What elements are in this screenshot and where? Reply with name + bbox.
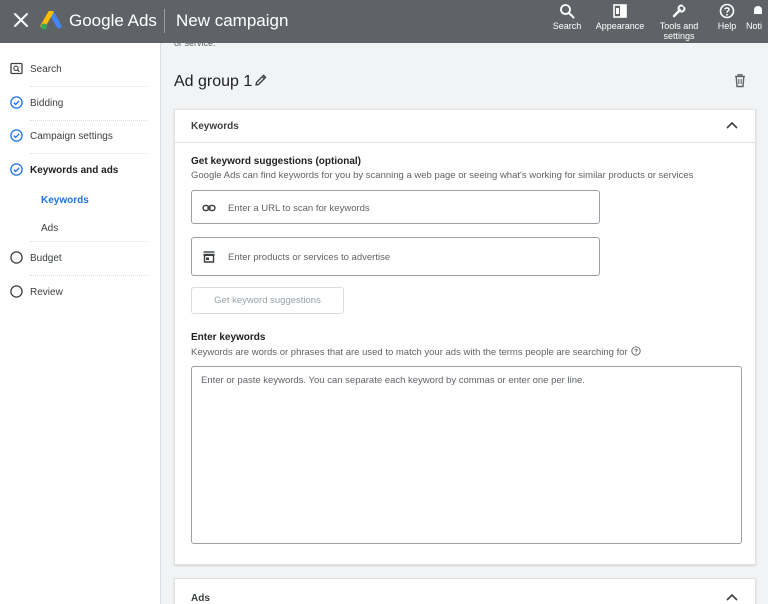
keywords-card-title: Keywords <box>191 121 239 132</box>
brand-name: Google Ads <box>69 11 157 30</box>
sidebar-divider <box>30 241 148 242</box>
truncated-text: or service. <box>174 38 216 48</box>
empty-circle-icon <box>10 285 23 298</box>
sidebar-item-keywords-and-ads[interactable]: Keywords and ads <box>0 156 160 184</box>
suggestions-title: Get keyword suggestions (optional) <box>191 156 362 167</box>
search-campaign-icon <box>10 62 23 75</box>
header-notifications-button[interactable]: Noti <box>746 3 768 31</box>
sidebar-item-label: Budget <box>30 253 62 264</box>
sidebar-item-search[interactable]: Search <box>0 55 160 83</box>
header-notifications-label: Noti <box>746 21 763 31</box>
header-search-button[interactable]: Search <box>549 3 585 31</box>
sidebar-subitem-ads[interactable]: Ads <box>41 223 58 234</box>
sidebar-divider <box>30 86 148 87</box>
main-content: or service. Ad group 1 Keywords Get keyw… <box>161 38 768 604</box>
search-icon <box>560 4 575 19</box>
sidebar: Search Bidding Campaign settings Keyword… <box>0 43 161 604</box>
header-tools-label: Tools and settings <box>659 21 699 41</box>
trash-icon[interactable] <box>733 73 747 88</box>
sidebar-divider <box>30 275 148 276</box>
products-services-input[interactable]: Enter products or services to advertise <box>191 237 600 276</box>
help-circle-icon[interactable] <box>631 346 641 356</box>
keywords-card: Keywords Get keyword suggestions (option… <box>174 109 756 565</box>
top-bar: Google Ads New campaign Search Appearanc… <box>0 0 768 43</box>
close-icon[interactable] <box>12 11 30 29</box>
sidebar-item-label: Campaign settings <box>30 131 113 142</box>
sidebar-subitem-keywords[interactable]: Keywords <box>41 195 89 206</box>
bell-icon <box>754 6 762 14</box>
header-divider <box>164 9 165 33</box>
ad-group-title: Ad group 1 <box>174 73 253 90</box>
ads-card: Ads <box>174 578 756 604</box>
sidebar-item-label: Review <box>30 287 63 298</box>
sidebar-item-campaign-settings[interactable]: Campaign settings <box>0 122 160 150</box>
url-scan-input[interactable]: Enter a URL to scan for keywords <box>191 190 600 224</box>
enter-keywords-title: Enter keywords <box>191 332 266 343</box>
google-ads-logo-icon <box>40 11 62 30</box>
ads-card-title: Ads <box>191 593 210 604</box>
appearance-icon <box>613 4 627 18</box>
keywords-card-header[interactable]: Keywords <box>175 110 755 143</box>
check-circle-icon <box>10 96 23 109</box>
enter-keywords-description: Keywords are words or phrases that are u… <box>191 347 628 358</box>
store-icon <box>203 251 215 263</box>
link-icon <box>202 204 216 212</box>
sidebar-item-label: Search <box>30 64 62 75</box>
check-circle-icon <box>10 163 23 176</box>
chevron-up-icon[interactable] <box>726 121 738 129</box>
sidebar-divider <box>30 153 148 154</box>
products-services-placeholder: Enter products or services to advertise <box>228 252 391 263</box>
sidebar-divider <box>30 120 148 121</box>
header-help-label: Help <box>717 21 737 31</box>
wrench-icon <box>672 3 687 18</box>
sidebar-item-label: Bidding <box>30 98 64 109</box>
header-tools-button[interactable]: Tools and settings <box>655 3 703 41</box>
page-title: New campaign <box>176 11 289 30</box>
enter-keywords-description-wrap: Keywords are words or phrases that are u… <box>191 346 641 358</box>
header-appearance-label: Appearance <box>595 21 645 31</box>
header-appearance-button[interactable]: Appearance <box>593 3 647 31</box>
keywords-textarea[interactable]: Enter or paste keywords. You can separat… <box>191 366 742 544</box>
sidebar-item-label: Keywords and ads <box>30 165 119 176</box>
url-scan-placeholder: Enter a URL to scan for keywords <box>228 203 370 214</box>
header-search-label: Search <box>552 21 582 31</box>
ads-card-header[interactable]: Ads <box>175 579 755 604</box>
pencil-icon[interactable] <box>254 73 268 87</box>
sidebar-item-bidding[interactable]: Bidding <box>0 89 160 117</box>
check-circle-icon <box>10 129 23 142</box>
sidebar-item-review[interactable]: Review <box>0 278 160 306</box>
keywords-textarea-placeholder: Enter or paste keywords. You can separat… <box>201 375 585 386</box>
sidebar-item-budget[interactable]: Budget <box>0 244 160 272</box>
help-icon <box>719 3 735 19</box>
suggestions-description: Google Ads can find keywords for you by … <box>191 170 694 181</box>
chevron-up-icon[interactable] <box>726 593 738 601</box>
empty-circle-icon <box>10 251 23 264</box>
header-help-button[interactable]: Help <box>712 3 742 31</box>
get-keyword-suggestions-button[interactable]: Get keyword suggestions <box>191 287 344 314</box>
